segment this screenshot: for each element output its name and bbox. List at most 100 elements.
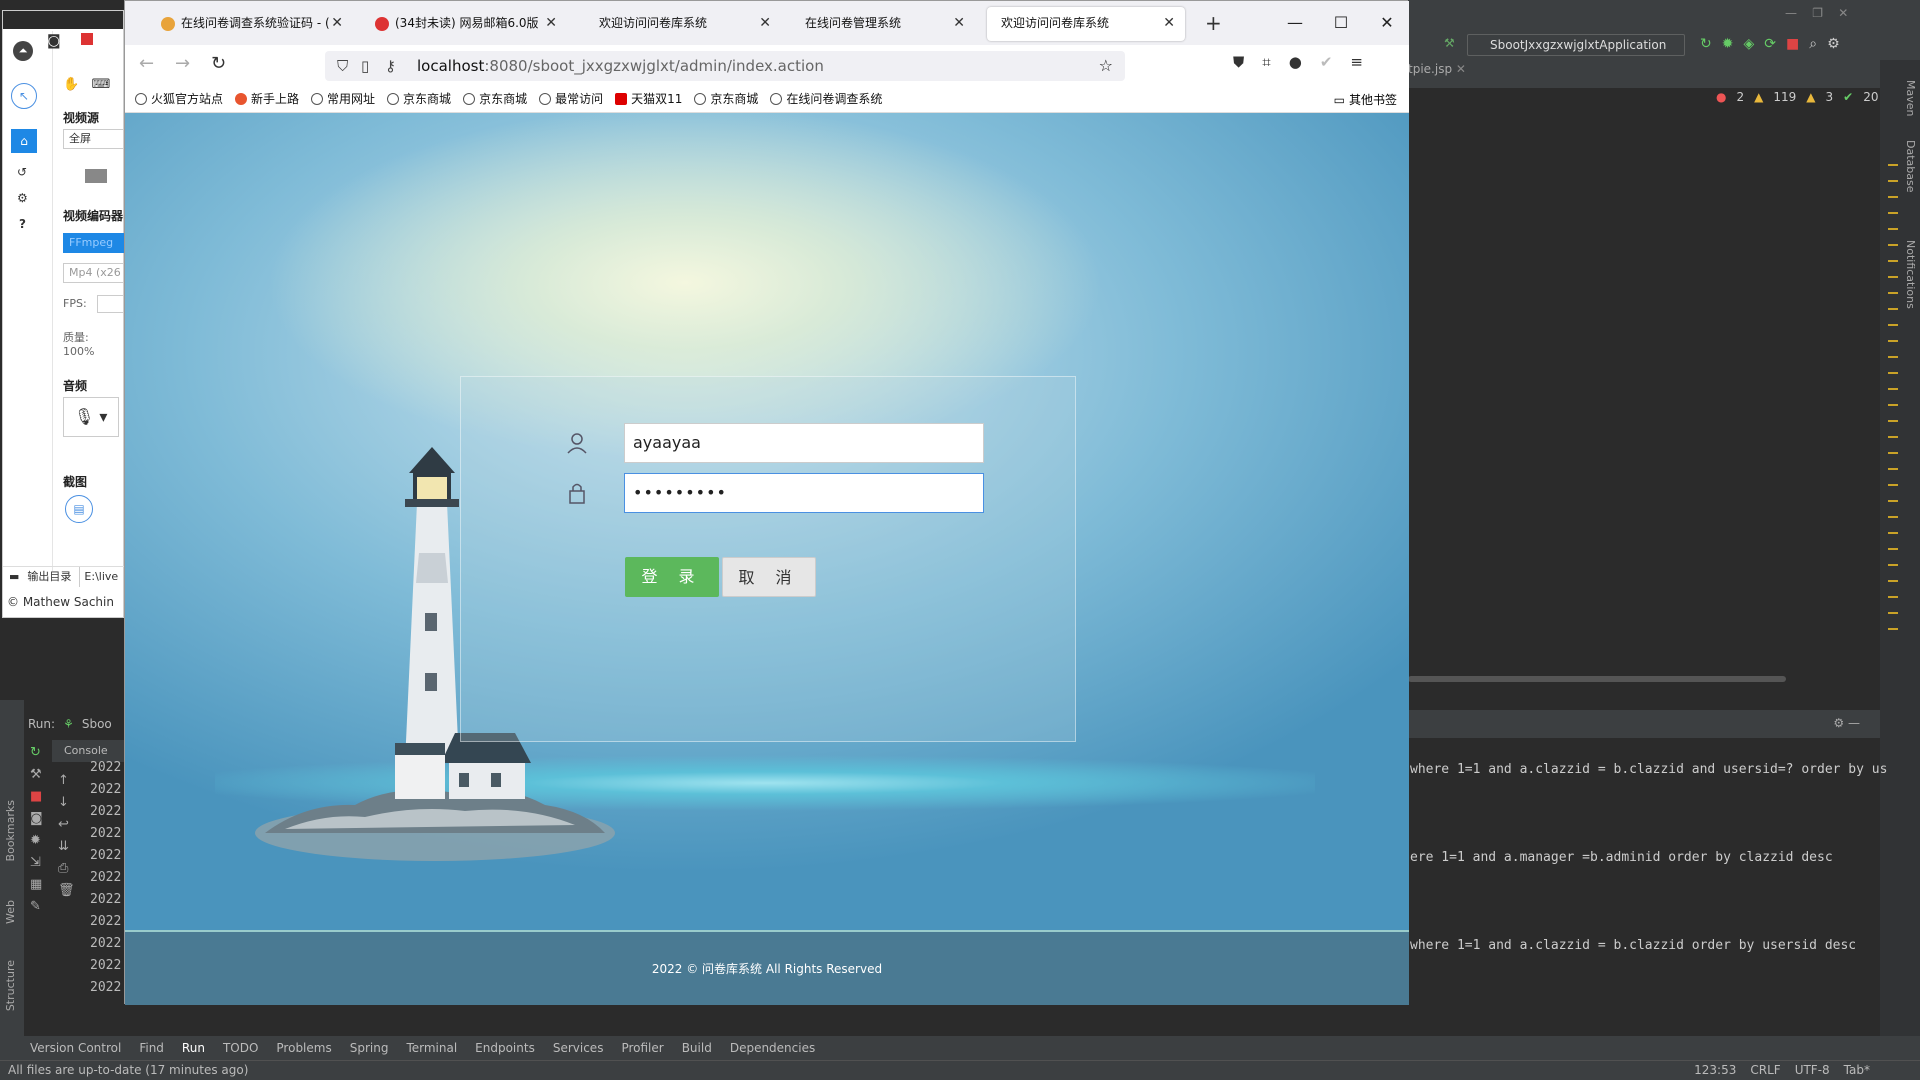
ide-window-controls[interactable]: — ❐ ✕: [1785, 6, 1848, 20]
bookmark-item[interactable]: 京东商城: [694, 90, 758, 107]
recorder-mode-icons[interactable]: ✋ ⌨: [63, 77, 110, 92]
web-tab[interactable]: Web: [4, 900, 17, 924]
status-item[interactable]: 123:53: [1694, 1063, 1736, 1077]
editor-tab[interactable]: tpie.jsp ✕: [1408, 62, 1466, 76]
video-source-select[interactable]: 全屏: [63, 129, 125, 149]
stop-icon[interactable]: ■: [30, 786, 46, 808]
wrap-icon[interactable]: ↩: [58, 814, 74, 836]
tool-window-dependencies[interactable]: Dependencies: [730, 1041, 815, 1055]
history-icon[interactable]: ↺: [17, 165, 27, 179]
crop-icon[interactable]: ⌗: [1262, 53, 1270, 71]
browser-tab[interactable]: 欢迎访问问卷库系统 ✕: [987, 7, 1185, 41]
settings-icon[interactable]: ⚙: [1827, 36, 1840, 52]
shield-icon[interactable]: ⛉: [337, 51, 348, 81]
run-toolbar-icons[interactable]: ↻ ✹ ◈ ⟳ ■ ⌕ ⚙: [1700, 36, 1840, 52]
database-tab[interactable]: Database: [1904, 140, 1917, 193]
tool-window-endpoints[interactable]: Endpoints: [475, 1041, 535, 1055]
exit-icon[interactable]: ⇲: [30, 852, 46, 874]
webcam-icon[interactable]: [85, 169, 107, 183]
pocket-icon[interactable]: ⛊: [1233, 53, 1244, 71]
tool-window-build[interactable]: Build: [682, 1041, 712, 1055]
recorder-toolbar[interactable]: ◙: [47, 33, 123, 53]
editor-horizontal-scrollbar[interactable]: [1408, 676, 1786, 682]
camera-icon[interactable]: ◙: [30, 808, 46, 830]
error-stripe[interactable]: [1888, 150, 1898, 630]
status-item[interactable]: CRLF: [1750, 1063, 1780, 1077]
cursor-icon[interactable]: ↖: [11, 83, 37, 109]
debug-icon[interactable]: ✹: [1722, 36, 1734, 52]
browser-tab[interactable]: 在线问卷管理系统 ✕: [791, 7, 975, 41]
format-select[interactable]: Mp4 (x26: [63, 263, 125, 283]
wrench-icon[interactable]: ⚒: [30, 764, 46, 786]
help-icon[interactable]: ?: [19, 217, 26, 231]
collapse-icon[interactable]: ⏶: [13, 41, 33, 61]
tab-close-icon[interactable]: ✕: [1163, 7, 1175, 39]
browser-toolbar-icons[interactable]: ⛊ ⌗ ● ✔ ≡: [1233, 53, 1363, 71]
password-input[interactable]: •••••••••: [624, 473, 984, 513]
gear-icon[interactable]: ⚙ —: [1833, 716, 1860, 730]
microphone-icon[interactable]: 🎙 ▾: [63, 397, 119, 437]
tool-window-run[interactable]: Run: [182, 1041, 205, 1055]
tool-window-terminal[interactable]: Terminal: [406, 1041, 457, 1055]
close-button[interactable]: ✕: [1377, 13, 1397, 33]
bookmark-item[interactable]: 在线问卷调查系统: [770, 90, 882, 107]
tool-window-todo[interactable]: TODO: [223, 1041, 258, 1055]
rerun-icon[interactable]: ↻: [1700, 36, 1712, 52]
tab-close-icon[interactable]: ✕: [759, 7, 771, 39]
camera-icon[interactable]: ◙: [47, 33, 61, 49]
folder-icon[interactable]: ▬: [9, 567, 19, 587]
tool-window-find[interactable]: Find: [139, 1041, 164, 1055]
tab-close-icon[interactable]: ✕: [331, 7, 343, 39]
chat-icon[interactable]: ●: [1289, 53, 1302, 71]
tool-window-problems[interactable]: Problems: [276, 1041, 331, 1055]
run-config-tab[interactable]: Sboo: [82, 717, 112, 731]
inspection-widget[interactable]: ● 2 ▲ 119 ▲ 3 ✔ 20: [1716, 90, 1878, 104]
home-icon[interactable]: ⌂: [11, 129, 37, 153]
star-icon[interactable]: ☆: [1099, 51, 1113, 81]
search-icon[interactable]: ⌕: [1809, 36, 1817, 52]
reload-icon[interactable]: ↻: [211, 53, 226, 74]
browser-tab[interactable]: (34封未读) 网易邮箱6.0版 ✕: [361, 7, 567, 41]
tool-window-profiler[interactable]: Profiler: [621, 1041, 663, 1055]
bookmarks-tab[interactable]: Bookmarks: [4, 800, 17, 861]
trash-icon[interactable]: 🗑: [58, 880, 75, 902]
bug-icon[interactable]: ✹: [30, 830, 46, 852]
cancel-button[interactable]: 取 消: [722, 557, 816, 597]
bookmark-item[interactable]: 最常访问: [539, 90, 603, 107]
down-arrow-icon[interactable]: ↓: [58, 792, 74, 814]
menu-icon[interactable]: ≡: [1350, 53, 1363, 71]
new-tab-button[interactable]: +: [1205, 11, 1222, 35]
tool-window-spring[interactable]: Spring: [350, 1041, 389, 1055]
console-tab[interactable]: Console: [52, 740, 125, 762]
output-path[interactable]: E:\live: [79, 566, 118, 587]
hammer-icon[interactable]: ⚒: [1444, 36, 1455, 50]
record-icon[interactable]: [81, 33, 94, 45]
pin-icon[interactable]: ✎: [30, 896, 46, 918]
stop-icon[interactable]: ■: [1786, 36, 1799, 52]
key-icon[interactable]: ⚷: [385, 51, 396, 81]
minimize-button[interactable]: —: [1285, 13, 1305, 33]
notifications-tab[interactable]: Notifications: [1904, 240, 1917, 309]
extension-icon[interactable]: ✔: [1320, 53, 1333, 71]
url-bar[interactable]: ⛉ ▯ ⚷ localhost:8080/sboot_jxxgzxwjglxt/…: [325, 51, 1125, 81]
maven-tab[interactable]: Maven: [1904, 80, 1917, 116]
tab-close-icon[interactable]: ✕: [545, 7, 557, 39]
scroll-end-icon[interactable]: ⇊: [58, 836, 74, 858]
bookmark-item[interactable]: 京东商城: [387, 90, 451, 107]
other-bookmarks[interactable]: ▭ 其他书签: [1334, 91, 1397, 108]
browser-tab[interactable]: 欢迎访问问卷库系统 ✕: [585, 7, 781, 41]
gear-icon[interactable]: ⚙: [17, 191, 28, 205]
bookmark-item[interactable]: 天猫双11: [615, 90, 682, 107]
status-item[interactable]: UTF-8: [1795, 1063, 1830, 1077]
coverage-icon[interactable]: ◈: [1743, 36, 1754, 52]
browser-tab[interactable]: 在线问卷调查系统验证码 - (✕: [147, 7, 353, 41]
tool-window-services[interactable]: Services: [553, 1041, 604, 1055]
bookmark-item[interactable]: 京东商城: [463, 90, 527, 107]
structure-tab[interactable]: Structure: [4, 960, 17, 1011]
up-arrow-icon[interactable]: ↑: [58, 770, 74, 792]
login-button[interactable]: 登 录: [625, 557, 719, 597]
fps-input[interactable]: [97, 295, 125, 313]
username-input[interactable]: ayaayaa: [624, 423, 984, 463]
layout-icon[interactable]: ▦: [30, 874, 46, 896]
run-actions[interactable]: ↻ ⚒ ■ ◙ ✹ ⇲ ▦ ✎: [30, 742, 46, 918]
